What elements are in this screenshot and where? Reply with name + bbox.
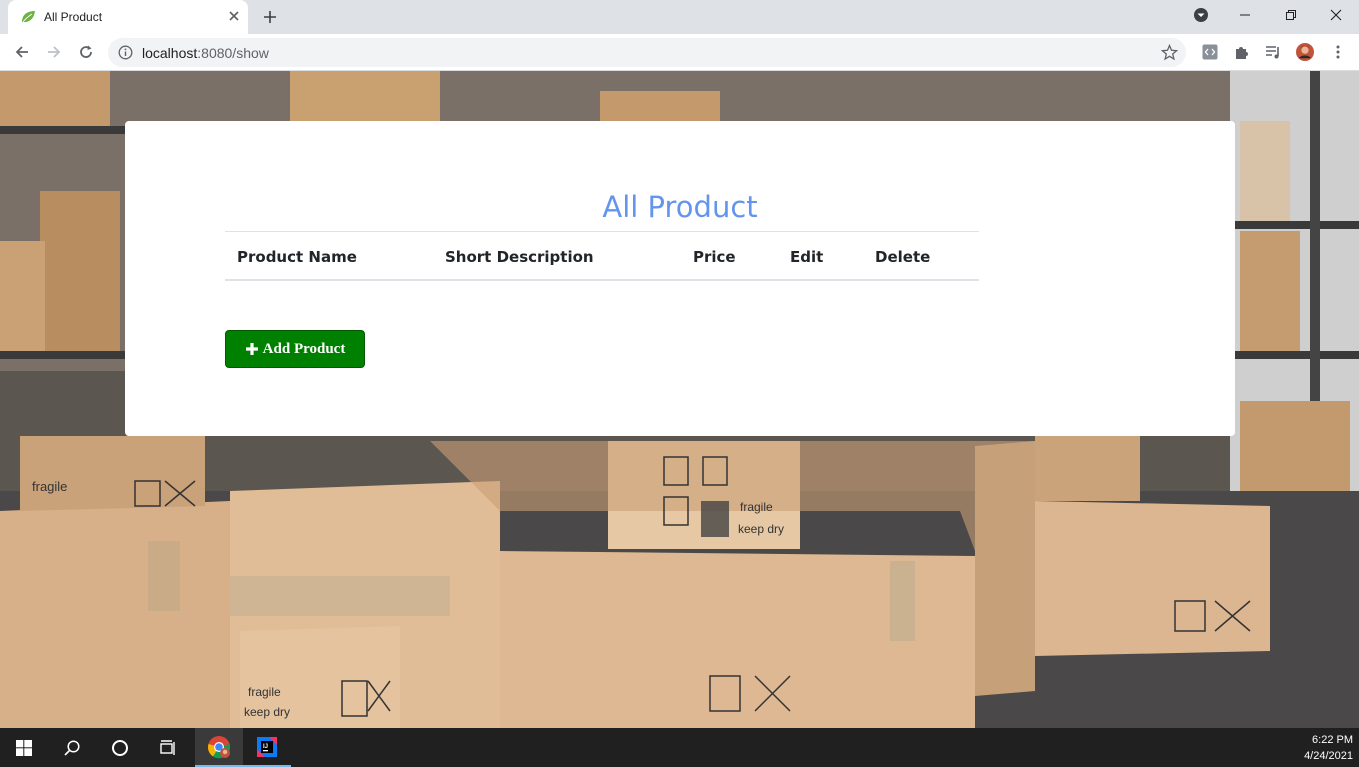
svg-text:keep dry: keep dry	[738, 522, 784, 536]
tab-search-button[interactable]	[1178, 0, 1224, 30]
search-icon	[64, 739, 80, 756]
clock-time: 6:22 PM	[1312, 734, 1353, 746]
code-icon	[1202, 44, 1218, 60]
devtools-extension-button[interactable]	[1201, 43, 1219, 61]
arrow-left-icon	[15, 46, 28, 58]
page-title: All Product	[602, 190, 758, 224]
system-clock[interactable]: 6:22 PM 4/24/2021	[1304, 732, 1353, 764]
intellij-idea-icon: IJ	[257, 736, 277, 757]
windows-taskbar: IJ 6:22 PM 4/24/2021	[0, 728, 1359, 767]
svg-text:IJ: IJ	[263, 744, 268, 750]
close-icon	[1330, 9, 1342, 21]
spring-leaf-icon	[22, 11, 35, 23]
media-control-button[interactable]	[1264, 43, 1282, 61]
new-tab-icon[interactable]	[262, 9, 278, 25]
svg-text:keep dry: keep dry	[244, 705, 290, 719]
cortana-circle-icon	[112, 739, 128, 756]
column-header-price: Price	[693, 248, 736, 266]
product-list-card: All Product Product Name Short Descripti…	[125, 121, 1235, 436]
profile-avatar[interactable]	[1296, 43, 1314, 61]
close-window-button[interactable]	[1313, 0, 1359, 30]
minimize-icon	[1240, 14, 1250, 16]
close-tab-icon[interactable]	[226, 8, 242, 24]
chevron-down-circle-icon	[1194, 8, 1208, 22]
forward-button[interactable]	[44, 42, 64, 62]
column-header-edit: Edit	[790, 248, 824, 266]
reload-button[interactable]	[76, 42, 96, 62]
restore-button[interactable]	[1268, 0, 1314, 30]
add-product-label: Add Product	[262, 340, 346, 357]
star-icon[interactable]	[1161, 44, 1178, 61]
arrow-right-icon	[48, 46, 61, 58]
clock-date: 4/24/2021	[1304, 750, 1353, 762]
column-header-product-name: Product Name	[237, 248, 357, 266]
url-text: localhost:8080/show	[142, 45, 269, 61]
task-view-button[interactable]	[144, 728, 192, 767]
cortana-button[interactable]	[96, 728, 144, 767]
restore-icon	[1286, 10, 1296, 20]
start-button[interactable]	[0, 728, 48, 767]
task-view-icon	[160, 739, 175, 755]
windows-logo-icon	[16, 739, 32, 756]
chrome-icon	[207, 735, 231, 758]
address-bar[interactable]: localhost:8080/show	[108, 38, 1186, 67]
tab-title: All Product	[44, 10, 103, 24]
reload-icon	[80, 45, 92, 58]
puzzle-icon	[1236, 47, 1248, 59]
taskbar-chrome[interactable]	[195, 728, 243, 767]
info-icon[interactable]	[118, 45, 133, 60]
more-vertical-icon	[1336, 45, 1340, 59]
svg-text:fragile: fragile	[740, 500, 773, 514]
minimize-button[interactable]	[1222, 0, 1268, 30]
browser-menu-button[interactable]	[1329, 43, 1347, 61]
plus-icon	[245, 343, 258, 355]
url-host: localhost	[142, 45, 198, 61]
taskbar-intellij[interactable]: IJ	[243, 728, 291, 767]
add-product-button[interactable]: Add Product	[225, 330, 365, 368]
browser-tab[interactable]: All Product	[8, 0, 248, 34]
extensions-button[interactable]	[1233, 43, 1251, 61]
svg-text:fragile: fragile	[248, 685, 281, 699]
column-header-short-description: Short Description	[445, 248, 594, 266]
browser-tabstrip: All Product	[0, 0, 1359, 34]
search-button[interactable]	[48, 728, 96, 767]
playlist-icon	[1266, 46, 1279, 59]
product-table: Product Name Short Description Price Edi…	[225, 231, 979, 281]
browser-toolbar: localhost:8080/show	[0, 34, 1359, 71]
url-path: :8080/show	[197, 45, 269, 61]
back-button[interactable]	[12, 42, 32, 62]
page-viewport: fragile fragile keep dry fragile keep dr…	[0, 71, 1359, 728]
avatar-icon	[1296, 43, 1314, 61]
column-header-delete: Delete	[875, 248, 931, 266]
svg-text:fragile: fragile	[32, 479, 67, 494]
